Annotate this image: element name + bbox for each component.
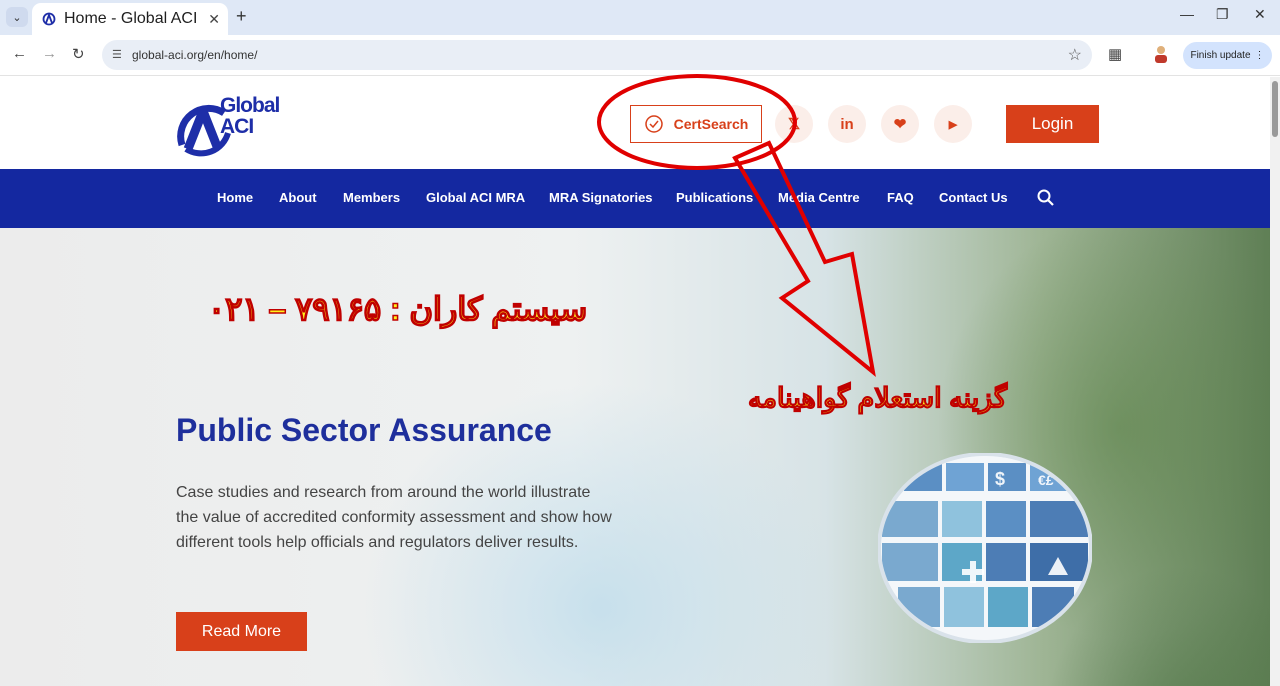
tab-title: Home - Global ACI	[64, 10, 198, 27]
minimize-icon[interactable]: —	[1180, 6, 1194, 22]
site-info-icon[interactable]: ☰	[112, 48, 122, 61]
browser-tab[interactable]: Home - Global ACI ✕	[32, 3, 228, 35]
global-aci-logo[interactable]: Global ACI	[172, 91, 302, 159]
bluesky-social-button[interactable]: ❤	[881, 105, 919, 143]
main-navigation: Home About Members Global ACI MRA MRA Si…	[0, 169, 1270, 228]
hero-title: Public Sector Assurance	[176, 412, 552, 448]
svg-text:$: $	[995, 469, 1005, 489]
x-social-button[interactable]: 𝕏	[775, 105, 813, 143]
global-aci-favicon-icon	[42, 12, 56, 26]
nav-item-contact-us[interactable]: Contact Us	[939, 190, 1008, 205]
nav-item-members[interactable]: Members	[343, 190, 400, 205]
nav-item-publications[interactable]: Publications	[676, 190, 753, 205]
browser-toolbar: ← → ↻ ☰ global-aci.org/en/home/ ☆ ▦ Fini…	[0, 35, 1280, 76]
youtube-social-button[interactable]: ▶	[934, 105, 972, 143]
reload-icon[interactable]: ↻	[72, 45, 85, 63]
read-more-button[interactable]: Read More	[176, 612, 307, 651]
nav-item-home[interactable]: Home	[217, 190, 253, 205]
logo-line1: Global	[220, 94, 280, 117]
search-icon[interactable]	[1036, 188, 1056, 208]
maximize-icon[interactable]: ❐	[1216, 6, 1229, 23]
linkedin-icon: in	[840, 115, 854, 133]
profile-avatar-icon[interactable]	[1152, 44, 1170, 64]
nav-item-global-aci-mra[interactable]: Global ACI MRA	[426, 190, 525, 205]
forward-arrow-icon[interactable]: →	[42, 45, 57, 62]
globe-sectors-icon: $ €£	[878, 453, 1092, 643]
address-bar[interactable]: ☰ global-aci.org/en/home/ ☆	[102, 40, 1092, 70]
bookmark-star-icon[interactable]: ☆	[1068, 45, 1082, 65]
finish-update-label: Finish update	[1190, 50, 1251, 61]
certificate-inquiry-annotation: گزینه استعلام گواهینامه	[747, 382, 1008, 413]
new-tab-button[interactable]: +	[236, 6, 247, 27]
hero-banner: سیستم کاران : ۷۹۱۶۵ – ۰۲۱ گزینه استعلام …	[0, 228, 1270, 686]
window-close-icon[interactable]: ✕	[1254, 6, 1266, 23]
youtube-icon: ▶	[948, 118, 958, 131]
nav-item-media-centre[interactable]: Media Centre	[778, 190, 860, 205]
extensions-icon[interactable]: ▦	[1108, 45, 1122, 63]
logo-wordmark: Global ACI	[220, 94, 280, 138]
certsearch-label: CertSearch	[673, 116, 749, 132]
phone-annotation: سیستم کاران : ۷۹۱۶۵ – ۰۲۱	[207, 290, 588, 328]
url-text[interactable]: global-aci.org/en/home/	[132, 48, 257, 62]
browser-tab-bar: ⌄ Home - Global ACI ✕ + — ❐ ✕	[0, 0, 1280, 35]
check-circle-icon	[644, 115, 663, 133]
page-scrollbar[interactable]	[1270, 77, 1280, 686]
site-header: Global ACI CertSearch 𝕏 in ❤ ▶ Login	[0, 77, 1270, 169]
nav-item-faq[interactable]: FAQ	[887, 190, 914, 205]
linkedin-social-button[interactable]: in	[828, 105, 866, 143]
nav-item-mra-signatories[interactable]: MRA Signatories	[549, 190, 653, 205]
tab-search-button[interactable]: ⌄	[6, 7, 28, 27]
scrollbar-thumb[interactable]	[1272, 81, 1278, 137]
more-options-icon: ⋮	[1254, 50, 1265, 61]
login-button[interactable]: Login	[1006, 105, 1099, 143]
hero-description: Case studies and research from around th…	[176, 484, 612, 551]
logo-line2: ACI	[220, 115, 254, 138]
tab-close-icon[interactable]: ✕	[208, 11, 220, 28]
x-icon: 𝕏	[787, 116, 801, 133]
nav-item-about[interactable]: About	[279, 190, 317, 205]
certsearch-button[interactable]: CertSearch	[630, 105, 762, 143]
bluesky-icon: ❤	[893, 116, 907, 133]
back-arrow-icon[interactable]: ←	[12, 45, 27, 62]
finish-update-button[interactable]: Finish update ⋮	[1183, 42, 1272, 69]
